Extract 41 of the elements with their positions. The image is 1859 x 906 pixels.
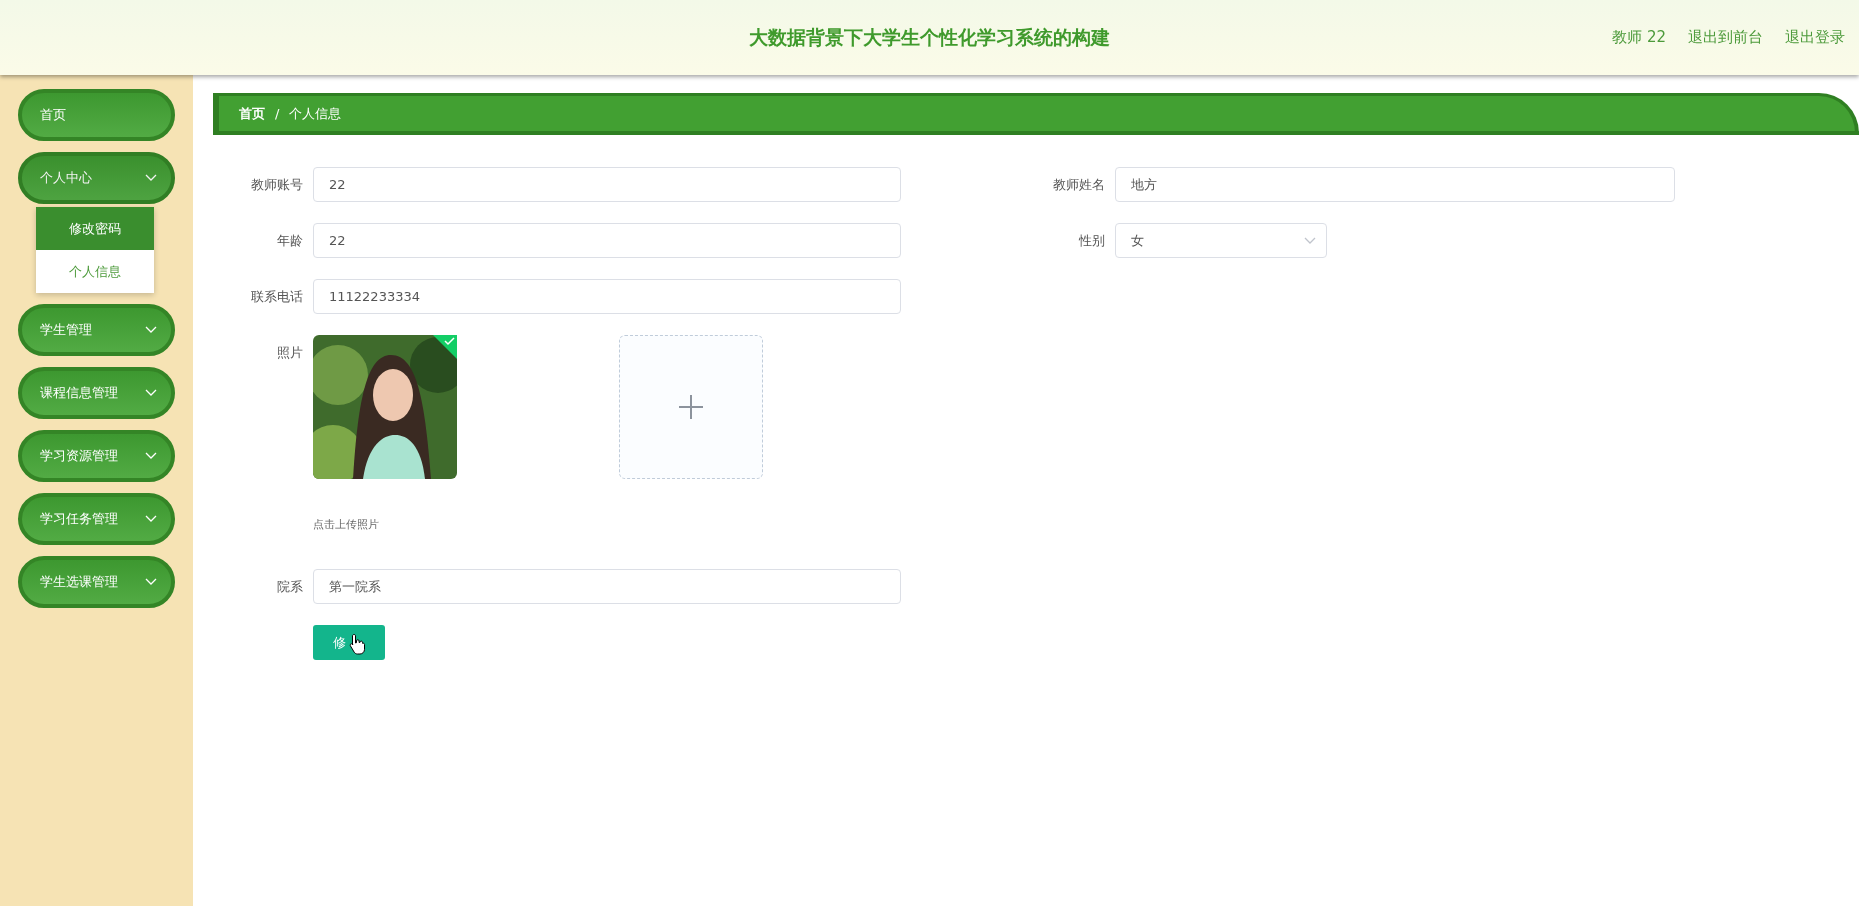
header-link[interactable]: 退出到前台: [1688, 28, 1763, 47]
chevron-down-icon: [145, 578, 157, 586]
input-field[interactable]: 11122233334: [313, 279, 901, 314]
menu-item[interactable]: 课程信息管理: [18, 367, 175, 419]
breadcrumb-item: 个人信息: [289, 104, 342, 123]
chevron-down-icon: [145, 326, 157, 334]
field-label: 性别: [1078, 232, 1106, 250]
field-label: 教师姓名: [1052, 176, 1106, 194]
field-label: 院系: [276, 578, 304, 596]
field-label: 照片: [276, 344, 304, 362]
hand-cursor-icon: [349, 633, 367, 655]
plus-icon: [678, 394, 704, 420]
menu-item[interactable]: 学习资源管理: [18, 430, 175, 482]
breadcrumb-item[interactable]: 首页: [239, 104, 265, 123]
input-field[interactable]: 地方: [1115, 167, 1675, 202]
input-field[interactable]: 第一院系: [313, 569, 901, 604]
menu-item[interactable]: 学习任务管理: [18, 493, 175, 545]
field-label: 教师账号: [250, 176, 304, 194]
input-field[interactable]: 22: [313, 223, 901, 258]
submenu-item[interactable]: 修改密码: [36, 207, 154, 250]
chevron-down-icon: [1304, 236, 1316, 245]
chevron-down-icon: [145, 452, 157, 460]
upload-box[interactable]: [619, 335, 763, 479]
header-link[interactable]: 教师 22: [1612, 28, 1666, 47]
chevron-down-icon: [145, 389, 157, 397]
breadcrumb-separator: /: [275, 106, 280, 121]
menu-item[interactable]: 学生管理: [18, 304, 175, 356]
header-link[interactable]: 退出登录: [1785, 28, 1845, 47]
input-field[interactable]: 22: [313, 167, 901, 202]
upload-hint: 点击上传照片: [313, 517, 380, 532]
site-title: 大数据背景下大学生个性化学习系统的构建: [749, 24, 1110, 50]
chevron-down-icon: [145, 515, 157, 523]
field-label: 联系电话: [250, 288, 304, 306]
submenu-item[interactable]: 个人信息: [36, 250, 154, 293]
chevron-down-icon: [145, 174, 157, 182]
menu-item[interactable]: 首页: [18, 89, 175, 141]
gender-select[interactable]: 女: [1115, 223, 1327, 258]
submit-button[interactable]: 修: [313, 625, 385, 660]
menu-item[interactable]: 个人中心: [18, 152, 175, 204]
menu-item[interactable]: 学生选课管理: [18, 556, 175, 608]
field-label: 年龄: [276, 232, 304, 250]
